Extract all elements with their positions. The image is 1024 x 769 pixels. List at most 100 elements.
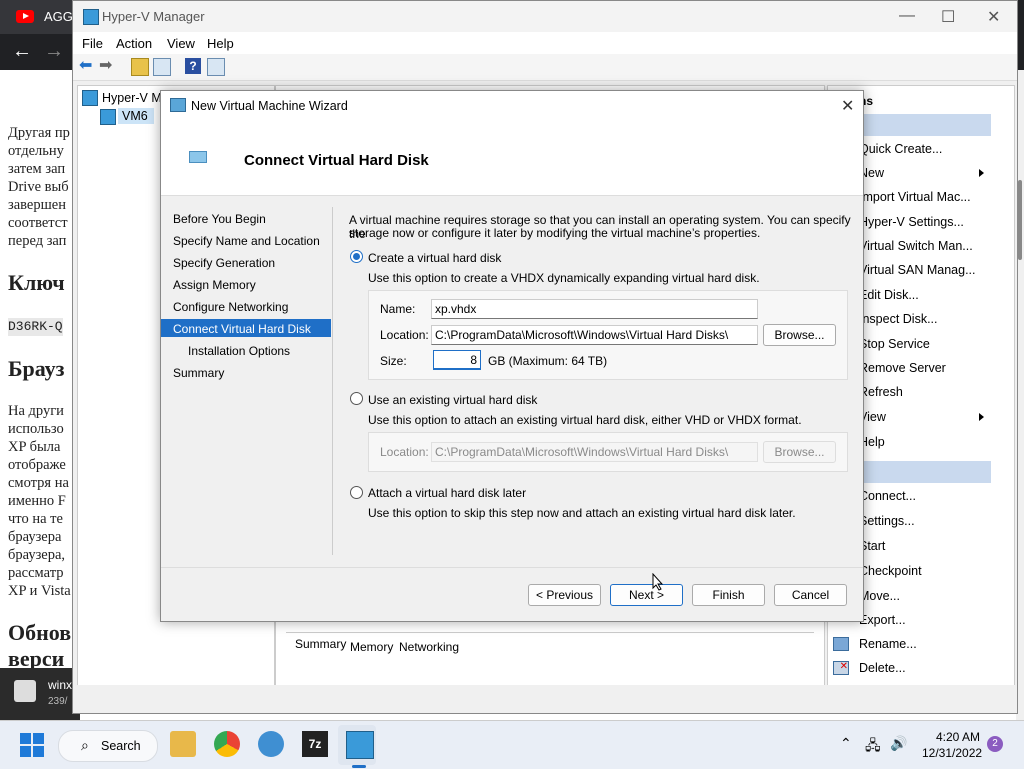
network-globe-icon[interactable] (258, 731, 284, 757)
action-connect[interactable]: Connect... (859, 489, 916, 503)
tab-memory[interactable]: Memory (350, 640, 393, 654)
chrome-icon[interactable] (214, 731, 240, 757)
mouse-cursor-icon (652, 573, 664, 591)
action-virtual-switch[interactable]: Virtual Switch Man... (859, 239, 973, 253)
search-label: Search (101, 739, 141, 753)
step-summary[interactable]: Summary (173, 366, 224, 380)
tab-networking[interactable]: Networking (399, 640, 459, 654)
step-memory[interactable]: Assign Memory (173, 278, 256, 292)
forward-icon[interactable]: ➡ (99, 55, 115, 74)
back-arrow-icon[interactable]: ← (12, 40, 32, 63)
wizard-header: Connect Virtual Hard Disk (161, 121, 863, 196)
hyperv-titlebar: Hyper-V Manager — ☐ ✕ (73, 1, 1017, 32)
page-text: На други (8, 403, 64, 419)
disc-image-icon (14, 680, 36, 702)
step-before-you-begin[interactable]: Before You Begin (173, 212, 266, 226)
action-checkpoint[interactable]: Checkpoint (859, 564, 922, 578)
menu-view[interactable]: View (167, 36, 195, 51)
maximize-icon[interactable]: ☐ (941, 7, 955, 27)
step-installation-options[interactable]: Installation Options (188, 344, 290, 358)
action-export[interactable]: Export... (859, 613, 906, 627)
browser-tab[interactable]: AGGI (0, 0, 80, 34)
action-move[interactable]: Move... (859, 589, 900, 603)
radio-existing-vhd-label[interactable]: Use an existing virtual hard disk (368, 393, 537, 407)
action-delete[interactable]: Delete... (859, 661, 906, 675)
chevron-up-icon[interactable]: ⌃ (840, 735, 852, 752)
cancel-button[interactable]: Cancel (774, 584, 847, 606)
action-pane-icon[interactable] (207, 58, 225, 76)
action-hyperv-settings[interactable]: Hyper-V Settings... (859, 215, 964, 229)
action-refresh[interactable]: Refresh (859, 385, 903, 399)
action-virtual-san[interactable]: Virtual SAN Manag... (859, 263, 976, 277)
minimize-icon[interactable]: — (899, 7, 915, 25)
vhd-size-input[interactable]: 8 (433, 350, 481, 370)
radio-create-vhd-label[interactable]: Create a virtual hard disk (368, 251, 501, 265)
existing-vhd-description: Use this option to attach an existing vi… (368, 413, 802, 427)
action-edit-disk[interactable]: Edit Disk... (859, 288, 919, 302)
radio-create-vhd[interactable] (350, 250, 363, 263)
radio-attach-later-label[interactable]: Attach a virtual hard disk later (368, 486, 526, 500)
size-label: Size: (380, 354, 407, 368)
menu-action[interactable]: Action (116, 36, 152, 51)
page-text: именно F (8, 493, 66, 509)
show-hide-tree-icon[interactable] (153, 58, 171, 76)
browse-button[interactable]: Browse... (763, 324, 836, 346)
tab-summary[interactable]: Summary (295, 637, 346, 651)
help-icon[interactable]: ? (185, 58, 201, 74)
action-settings[interactable]: Settings... (859, 514, 915, 528)
step-networking[interactable]: Configure Networking (173, 300, 288, 314)
notification-badge[interactable]: 2 (987, 736, 1003, 752)
tree-item-vm6[interactable]: VM6 (122, 109, 148, 123)
page-text: рассматр (8, 565, 64, 581)
volume-icon[interactable]: 🔊 (890, 735, 907, 752)
close-icon[interactable]: ✕ (987, 7, 1000, 27)
7zip-icon[interactable]: 7z (302, 731, 328, 757)
hyperv-taskbar-icon[interactable] (346, 731, 374, 759)
page-heading: Брауз (8, 356, 65, 381)
action-quick-create[interactable]: Quick Create... (859, 142, 942, 156)
download-item[interactable]: winx 239/ (0, 668, 80, 720)
network-icon[interactable]: 🖧 (865, 735, 881, 759)
file-explorer-icon[interactable] (170, 731, 196, 757)
menu-file[interactable]: File (82, 36, 103, 51)
vm-host-icon (100, 109, 116, 125)
scrollbar-thumb[interactable] (1018, 180, 1022, 260)
delete-icon: ✕ (833, 661, 849, 675)
action-inspect-disk[interactable]: Inspect Disk... (859, 312, 938, 326)
page-text: перед зап (8, 233, 67, 249)
previous-button[interactable]: < Previous (528, 584, 601, 606)
submenu-arrow-icon (979, 169, 984, 177)
finish-button[interactable]: Finish (692, 584, 765, 606)
close-icon[interactable]: ✕ (841, 96, 854, 116)
page-text: отображе (8, 457, 66, 473)
menu-help[interactable]: Help (207, 36, 234, 51)
step-generation[interactable]: Specify Generation (173, 256, 275, 270)
clock-time[interactable]: 4:20 AM (936, 730, 980, 744)
create-vhd-description: Use this option to create a VHDX dynamic… (368, 271, 760, 285)
tree-root[interactable]: Hyper-V M (102, 91, 162, 105)
clock-date[interactable]: 12/31/2022 (922, 746, 982, 760)
page-text: завершен (8, 197, 66, 213)
page-text: использо (8, 421, 64, 437)
radio-existing-vhd[interactable] (350, 392, 363, 405)
vhd-name-input[interactable]: xp.vhdx (431, 299, 758, 319)
step-name-location[interactable]: Specify Name and Location (173, 234, 320, 248)
start-windows-icon[interactable] (20, 733, 44, 757)
radio-attach-later[interactable] (350, 486, 363, 499)
vhd-location-input[interactable]: C:\ProgramData\Microsoft\Windows\Virtual… (431, 325, 758, 345)
server-icon (82, 90, 98, 106)
up-folder-icon[interactable] (131, 58, 149, 76)
search-icon: ⌕ (81, 737, 89, 753)
new-vm-wizard-dialog: New Virtual Machine Wizard ✕ Connect Vir… (160, 90, 864, 622)
search-box[interactable]: ⌕ Search (58, 730, 158, 762)
forward-arrow-icon[interactable]: → (44, 40, 64, 63)
action-import[interactable]: Import Virtual Mac... (859, 190, 971, 204)
next-button[interactable]: Next > (610, 584, 683, 606)
existing-location-label: Location: (380, 445, 429, 459)
action-remove-server[interactable]: Remove Server (859, 361, 946, 375)
page-text: XP была (8, 439, 61, 455)
action-stop-service[interactable]: Stop Service (859, 337, 930, 351)
action-rename[interactable]: Rename... (859, 637, 917, 651)
step-connect-vhd[interactable]: Connect Virtual Hard Disk (173, 322, 311, 336)
back-icon[interactable]: ⬅ (79, 55, 95, 74)
